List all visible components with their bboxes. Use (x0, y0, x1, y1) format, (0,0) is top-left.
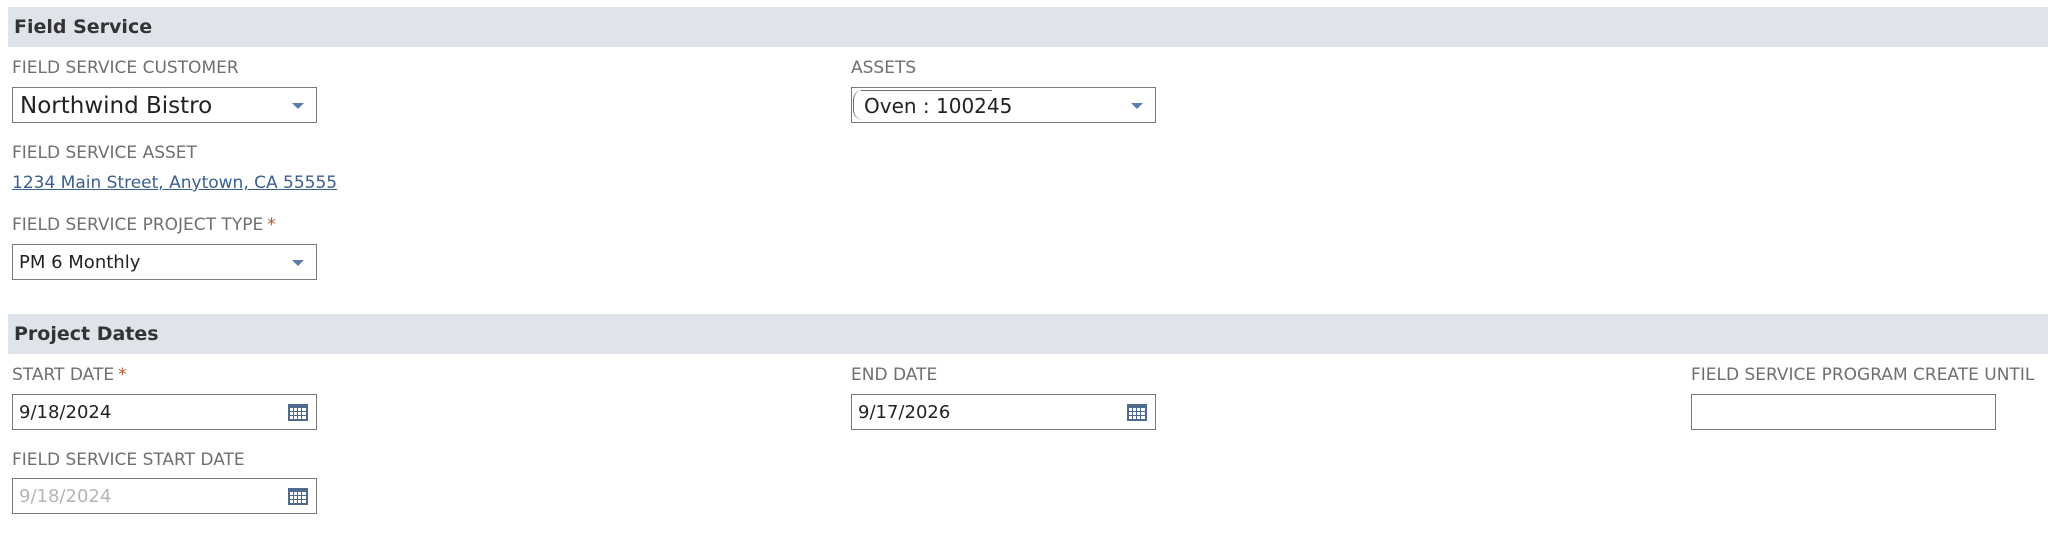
selected-value: Oven : 100245 (864, 94, 1013, 118)
dropdown-toggle[interactable] (1119, 88, 1155, 122)
section-title: Field Service (14, 16, 153, 38)
date-value: 9/17/2026 (858, 402, 951, 423)
required-marker: * (118, 365, 127, 385)
end-date-label: END DATE (851, 365, 937, 385)
program-create-until-input[interactable] (1691, 394, 1996, 430)
field-service-project-type-select[interactable]: PM 6 Monthly (12, 244, 317, 280)
field-service-customer-select[interactable]: Northwind Bistro (12, 87, 317, 123)
dropdown-toggle[interactable] (280, 88, 316, 122)
selected-value: PM 6 Monthly (19, 252, 141, 273)
start-date-label: START DATE * (12, 365, 127, 385)
label-text: ASSETS (851, 58, 917, 78)
dropdown-toggle[interactable] (280, 245, 316, 279)
label-text: FIELD SERVICE START DATE (12, 450, 245, 470)
section-header-project-dates: Project Dates (8, 314, 2048, 354)
calendar-icon[interactable] (288, 404, 308, 421)
end-date-input[interactable]: 9/17/2026 (851, 394, 1156, 430)
chevron-down-icon (1131, 103, 1143, 109)
label-text: FIELD SERVICE PROJECT TYPE (12, 215, 264, 235)
required-marker: * (267, 215, 276, 235)
date-value: 9/18/2024 (19, 486, 112, 507)
label-text: FIELD SERVICE CUSTOMER (12, 58, 239, 78)
field-service-start-date-label: FIELD SERVICE START DATE (12, 450, 245, 470)
calendar-icon[interactable] (288, 488, 308, 505)
chevron-down-icon (292, 103, 304, 109)
chevron-down-icon (292, 260, 304, 266)
label-text: START DATE (12, 365, 115, 385)
selected-value: Northwind Bistro (20, 93, 213, 119)
field-service-asset-link[interactable]: 1234 Main Street, Anytown, CA 55555 (12, 173, 337, 193)
assets-label: ASSETS (851, 58, 916, 78)
start-date-input[interactable]: 9/18/2024 (12, 394, 317, 430)
label-text: FIELD SERVICE PROGRAM CREATE UNTIL (1691, 365, 2035, 385)
date-value: 9/18/2024 (19, 402, 112, 423)
section-title: Project Dates (14, 323, 159, 345)
calendar-icon[interactable] (1127, 404, 1147, 421)
field-service-project-type-label: FIELD SERVICE PROJECT TYPE * (12, 215, 276, 235)
label-text: END DATE (851, 365, 938, 385)
label-text: FIELD SERVICE ASSET (12, 143, 197, 163)
field-service-customer-label: FIELD SERVICE CUSTOMER (12, 58, 239, 78)
assets-select[interactable]: Oven : 100245 (851, 87, 1156, 123)
focus-outline (853, 90, 864, 120)
focus-outline-top (861, 90, 992, 91)
field-service-start-date-input[interactable]: 9/18/2024 (12, 478, 317, 514)
field-service-asset-label: FIELD SERVICE ASSET (12, 143, 197, 163)
section-header-field-service: Field Service (8, 7, 2048, 47)
program-create-until-label: FIELD SERVICE PROGRAM CREATE UNTIL (1691, 365, 2034, 385)
